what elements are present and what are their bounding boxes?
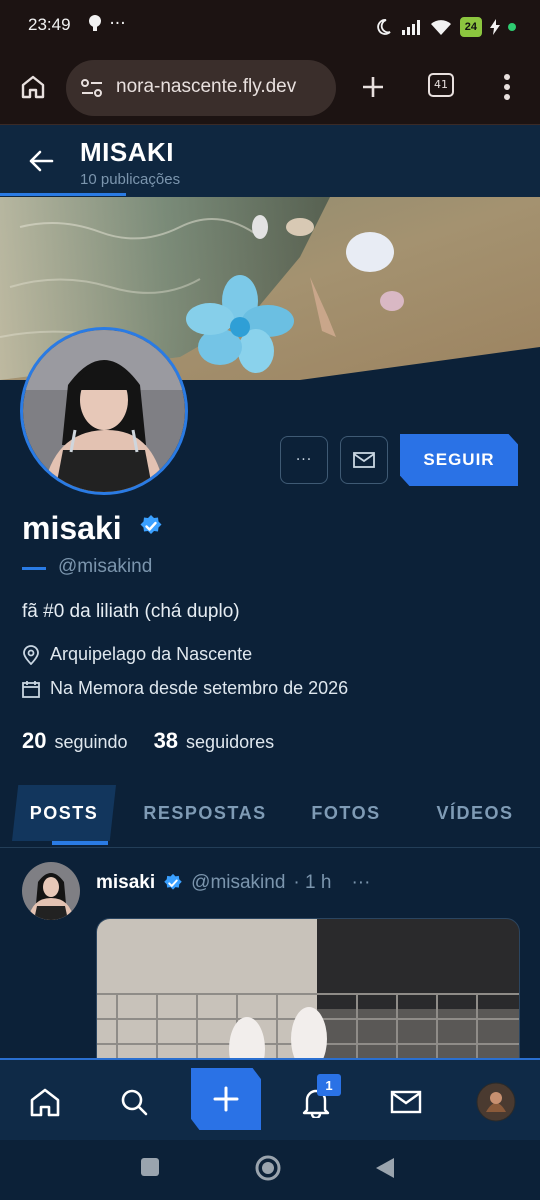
url-text: nora-nascente.fly.dev	[116, 76, 297, 97]
status-bar: 23:49 ··· 24	[0, 0, 540, 54]
home-icon[interactable]	[20, 74, 46, 100]
joined-text: Na Memora desde setembro de 2026	[50, 678, 349, 698]
battery-icon: 24	[459, 17, 482, 37]
nav-search[interactable]	[106, 1074, 162, 1130]
home-button-icon[interactable]	[254, 1154, 282, 1182]
back-button-icon[interactable]	[374, 1156, 396, 1180]
message-button[interactable]	[340, 436, 388, 484]
profile-avatar[interactable]	[20, 327, 188, 495]
post-header: misaki @misakind · 1 h ···	[96, 872, 370, 894]
mail-icon	[390, 1090, 422, 1114]
charging-icon	[490, 19, 500, 35]
location-pin-icon	[23, 644, 39, 665]
tab-photos[interactable]: FOTOS	[300, 785, 392, 841]
following-label[interactable]: seguindo	[54, 732, 127, 753]
post-more-button[interactable]: ···	[351, 872, 370, 894]
verified-badge-icon	[164, 873, 182, 890]
notification-badge: 1	[317, 1074, 341, 1096]
follow-button[interactable]: SEGUIR	[400, 434, 518, 486]
joined-row: Na Memora desde setembro de 2026	[22, 678, 348, 699]
follow-stats: 20 seguindo 38 seguidores	[22, 728, 274, 754]
brain-icon	[89, 15, 101, 31]
verified-badge-icon	[140, 515, 162, 534]
system-navigation	[0, 1140, 540, 1200]
active-tab-indicator	[52, 841, 108, 845]
status-left-icons: ···	[86, 14, 126, 34]
status-right-icons: 24	[374, 13, 516, 41]
privacy-dot-icon	[508, 23, 516, 31]
page-title: MISAKI	[80, 137, 174, 167]
status-more-icon: ···	[109, 14, 126, 34]
wifi-icon	[430, 20, 451, 35]
profile-handle: @misakind	[58, 556, 153, 577]
profile-avatar-icon	[476, 1082, 516, 1122]
back-arrow-icon[interactable]	[28, 149, 54, 173]
nav-profile[interactable]	[468, 1074, 524, 1130]
plus-icon	[213, 1086, 239, 1112]
bottom-navigation	[0, 1058, 540, 1142]
post-author-name[interactable]: misaki	[96, 872, 155, 894]
signal-icon	[401, 20, 420, 35]
mail-icon	[353, 452, 375, 468]
header-accent-line	[0, 193, 126, 196]
handle-accent	[22, 567, 46, 570]
followers-label[interactable]: seguidores	[186, 732, 274, 753]
post-count: 10 publicações	[80, 171, 181, 188]
moon-icon	[377, 19, 391, 35]
post-time: · 1 h	[293, 872, 332, 893]
site-settings-icon[interactable]	[80, 78, 104, 98]
browser-toolbar: nora-nascente.fly.dev 41	[0, 54, 540, 125]
tab-posts[interactable]: POSTS	[12, 785, 116, 841]
search-icon	[121, 1089, 148, 1116]
new-tab-icon[interactable]	[360, 74, 386, 100]
status-time: 23:49	[28, 15, 71, 34]
home-icon	[30, 1088, 60, 1117]
recents-icon[interactable]	[140, 1157, 160, 1177]
browser-menu-icon[interactable]	[498, 73, 516, 101]
profile-tabs: POSTS RESPOSTAS FOTOS VÍDEOS	[0, 785, 540, 848]
calendar-icon	[22, 680, 40, 698]
display-name-text: misaki	[22, 510, 122, 546]
nav-messages[interactable]	[378, 1074, 434, 1130]
compose-button[interactable]	[191, 1068, 261, 1130]
following-count[interactable]: 20	[22, 728, 46, 754]
address-bar[interactable]: nora-nascente.fly.dev	[66, 60, 336, 116]
more-options-label: ···	[295, 452, 313, 468]
display-name: misaki	[22, 510, 163, 547]
tab-replies[interactable]: RESPOSTAS	[140, 785, 270, 841]
location-text: Arquipelago da Nascente	[50, 644, 253, 664]
tab-switcher-button[interactable]: 41	[428, 73, 454, 97]
post-avatar-image	[22, 862, 80, 920]
nav-home[interactable]	[17, 1074, 73, 1130]
post-author-avatar[interactable]	[22, 862, 80, 920]
more-options-button[interactable]: ···	[280, 436, 328, 484]
profile-bio: fã #0 da liliath (chá duplo)	[22, 601, 240, 622]
followers-count[interactable]: 38	[154, 728, 178, 754]
post-author-handle[interactable]: @misakind	[191, 872, 285, 894]
tab-videos[interactable]: VÍDEOS	[428, 785, 522, 841]
profile-header: MISAKI 10 publicações	[0, 125, 540, 197]
location-row: Arquipelago da Nascente	[22, 644, 252, 665]
avatar-image	[23, 330, 185, 492]
